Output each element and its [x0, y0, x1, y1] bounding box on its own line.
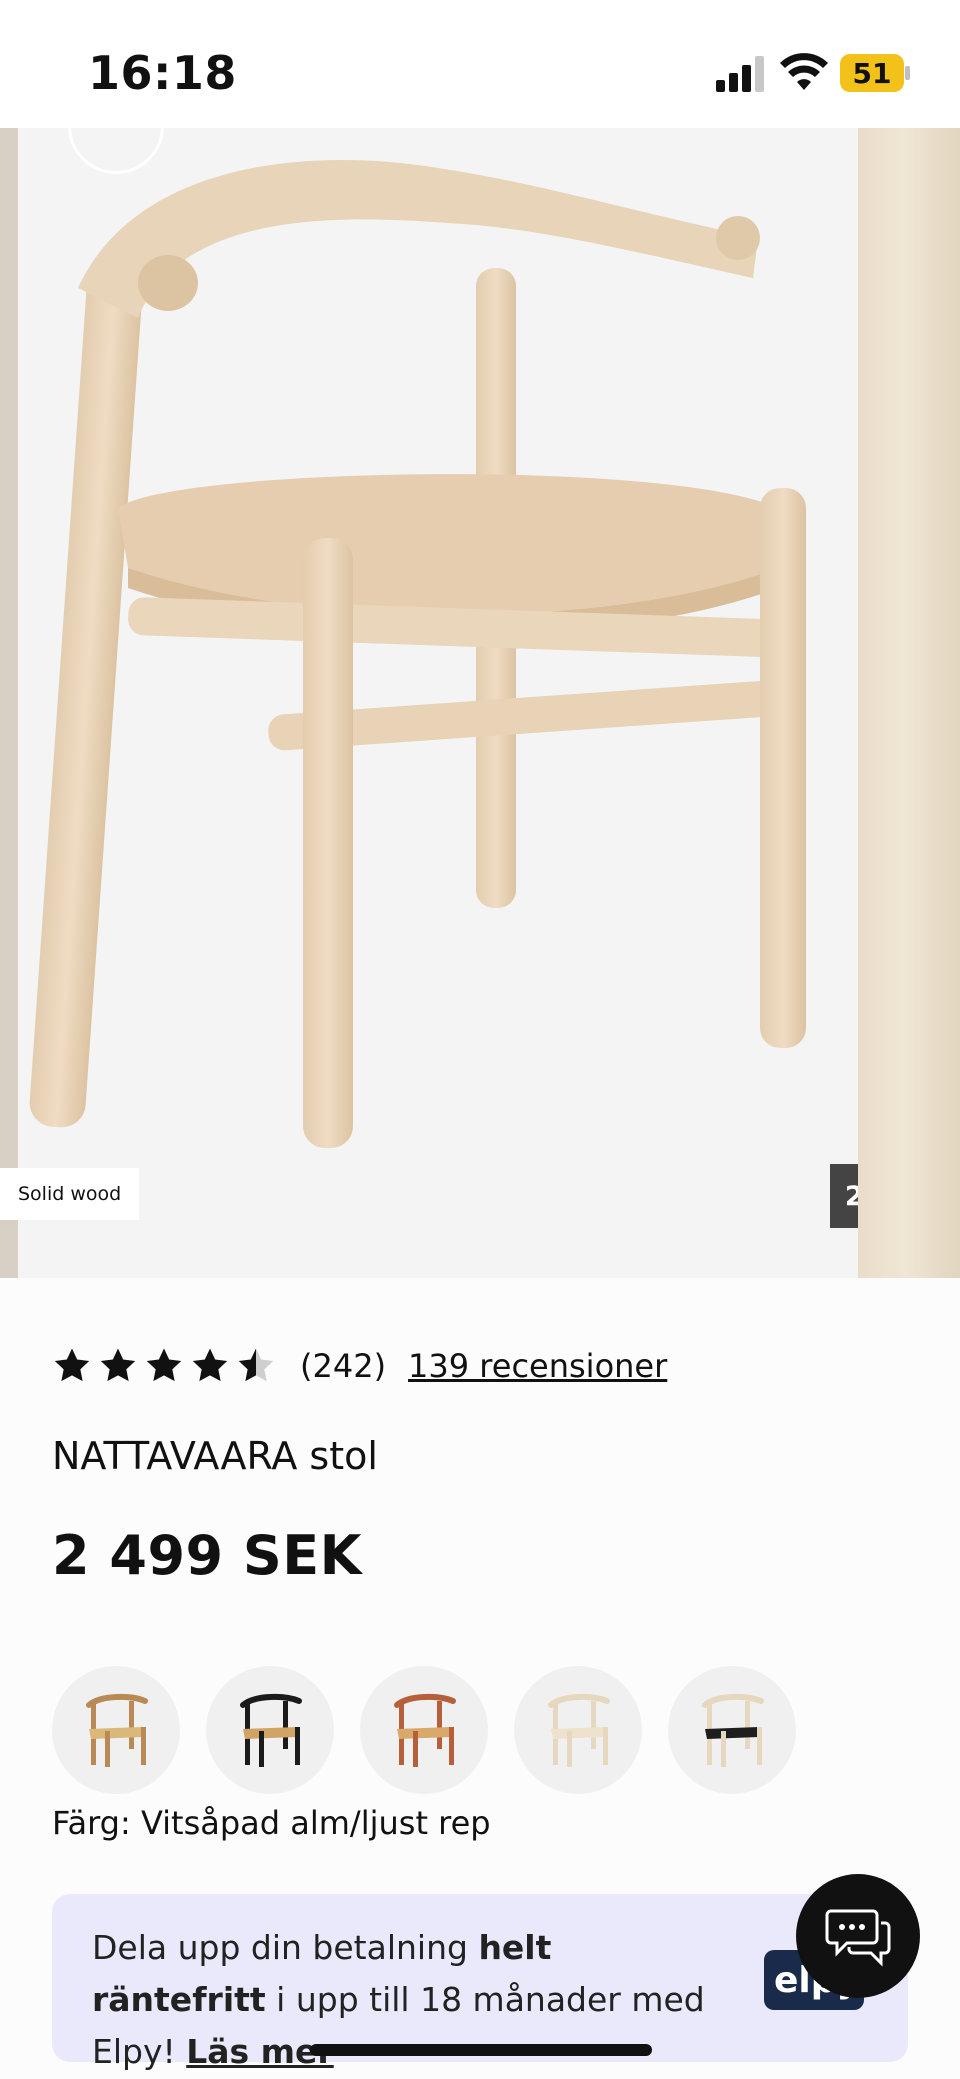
chat-button[interactable] [796, 1874, 920, 1998]
chair-thumbnail-icon [86, 1693, 148, 1767]
home-indicator [310, 2044, 652, 2056]
star-half-icon [238, 1348, 274, 1382]
star-full-icon [192, 1348, 228, 1382]
chair-illustration [29, 160, 806, 1148]
color-swatch-oak-natural[interactable] [52, 1666, 180, 1794]
chair-thumbnail-icon [548, 1693, 610, 1767]
product-title: NATTAVAARA stol [52, 1434, 378, 1478]
rating-row: (242) 139 recensioner [52, 1340, 667, 1392]
battery-icon: 51 [840, 54, 910, 92]
selected-color-label: Färg: Vitsåpad alm/ljust rep [52, 1804, 491, 1842]
status-bar: 16:18 51 [0, 0, 960, 128]
previous-slide-peek[interactable] [0, 128, 18, 1278]
rating-stars [52, 1346, 276, 1386]
color-swatch-teak-natural[interactable] [360, 1666, 488, 1794]
status-time: 16:18 [88, 46, 237, 100]
finance-text-part1: Dela upp din betalning [92, 1928, 479, 1967]
chair-thumbnail-icon [240, 1693, 302, 1767]
star-full-icon [146, 1348, 182, 1382]
color-swatch-whitewashed-black[interactable] [668, 1666, 796, 1794]
chat-icon [825, 1909, 891, 1967]
color-swatches [52, 1666, 796, 1794]
reviews-link[interactable]: 139 recensioner [408, 1347, 667, 1385]
rating-count: (242) [300, 1347, 387, 1385]
star-full-icon [54, 1348, 90, 1382]
product-price: 2 499 SEK [52, 1524, 363, 1587]
color-swatch-black-natural[interactable] [206, 1666, 334, 1794]
chair-thumbnail-icon [394, 1693, 456, 1767]
signal-icon [716, 56, 764, 92]
product-image-carousel[interactable]: 2 / 7 Solid wood [0, 128, 960, 1278]
battery-level: 51 [840, 54, 904, 92]
material-badge: Solid wood [0, 1168, 140, 1220]
star-full-icon [100, 1348, 136, 1382]
next-slide-peek[interactable] [858, 128, 960, 1278]
wifi-icon [780, 53, 828, 90]
product-image[interactable]: 2 / 7 [18, 128, 936, 1278]
color-swatch-whitewashed-light[interactable] [514, 1666, 642, 1794]
chair-thumbnail-icon [702, 1693, 764, 1767]
finance-banner[interactable]: Dela upp din betalning helt räntefritt i… [52, 1894, 908, 2071]
